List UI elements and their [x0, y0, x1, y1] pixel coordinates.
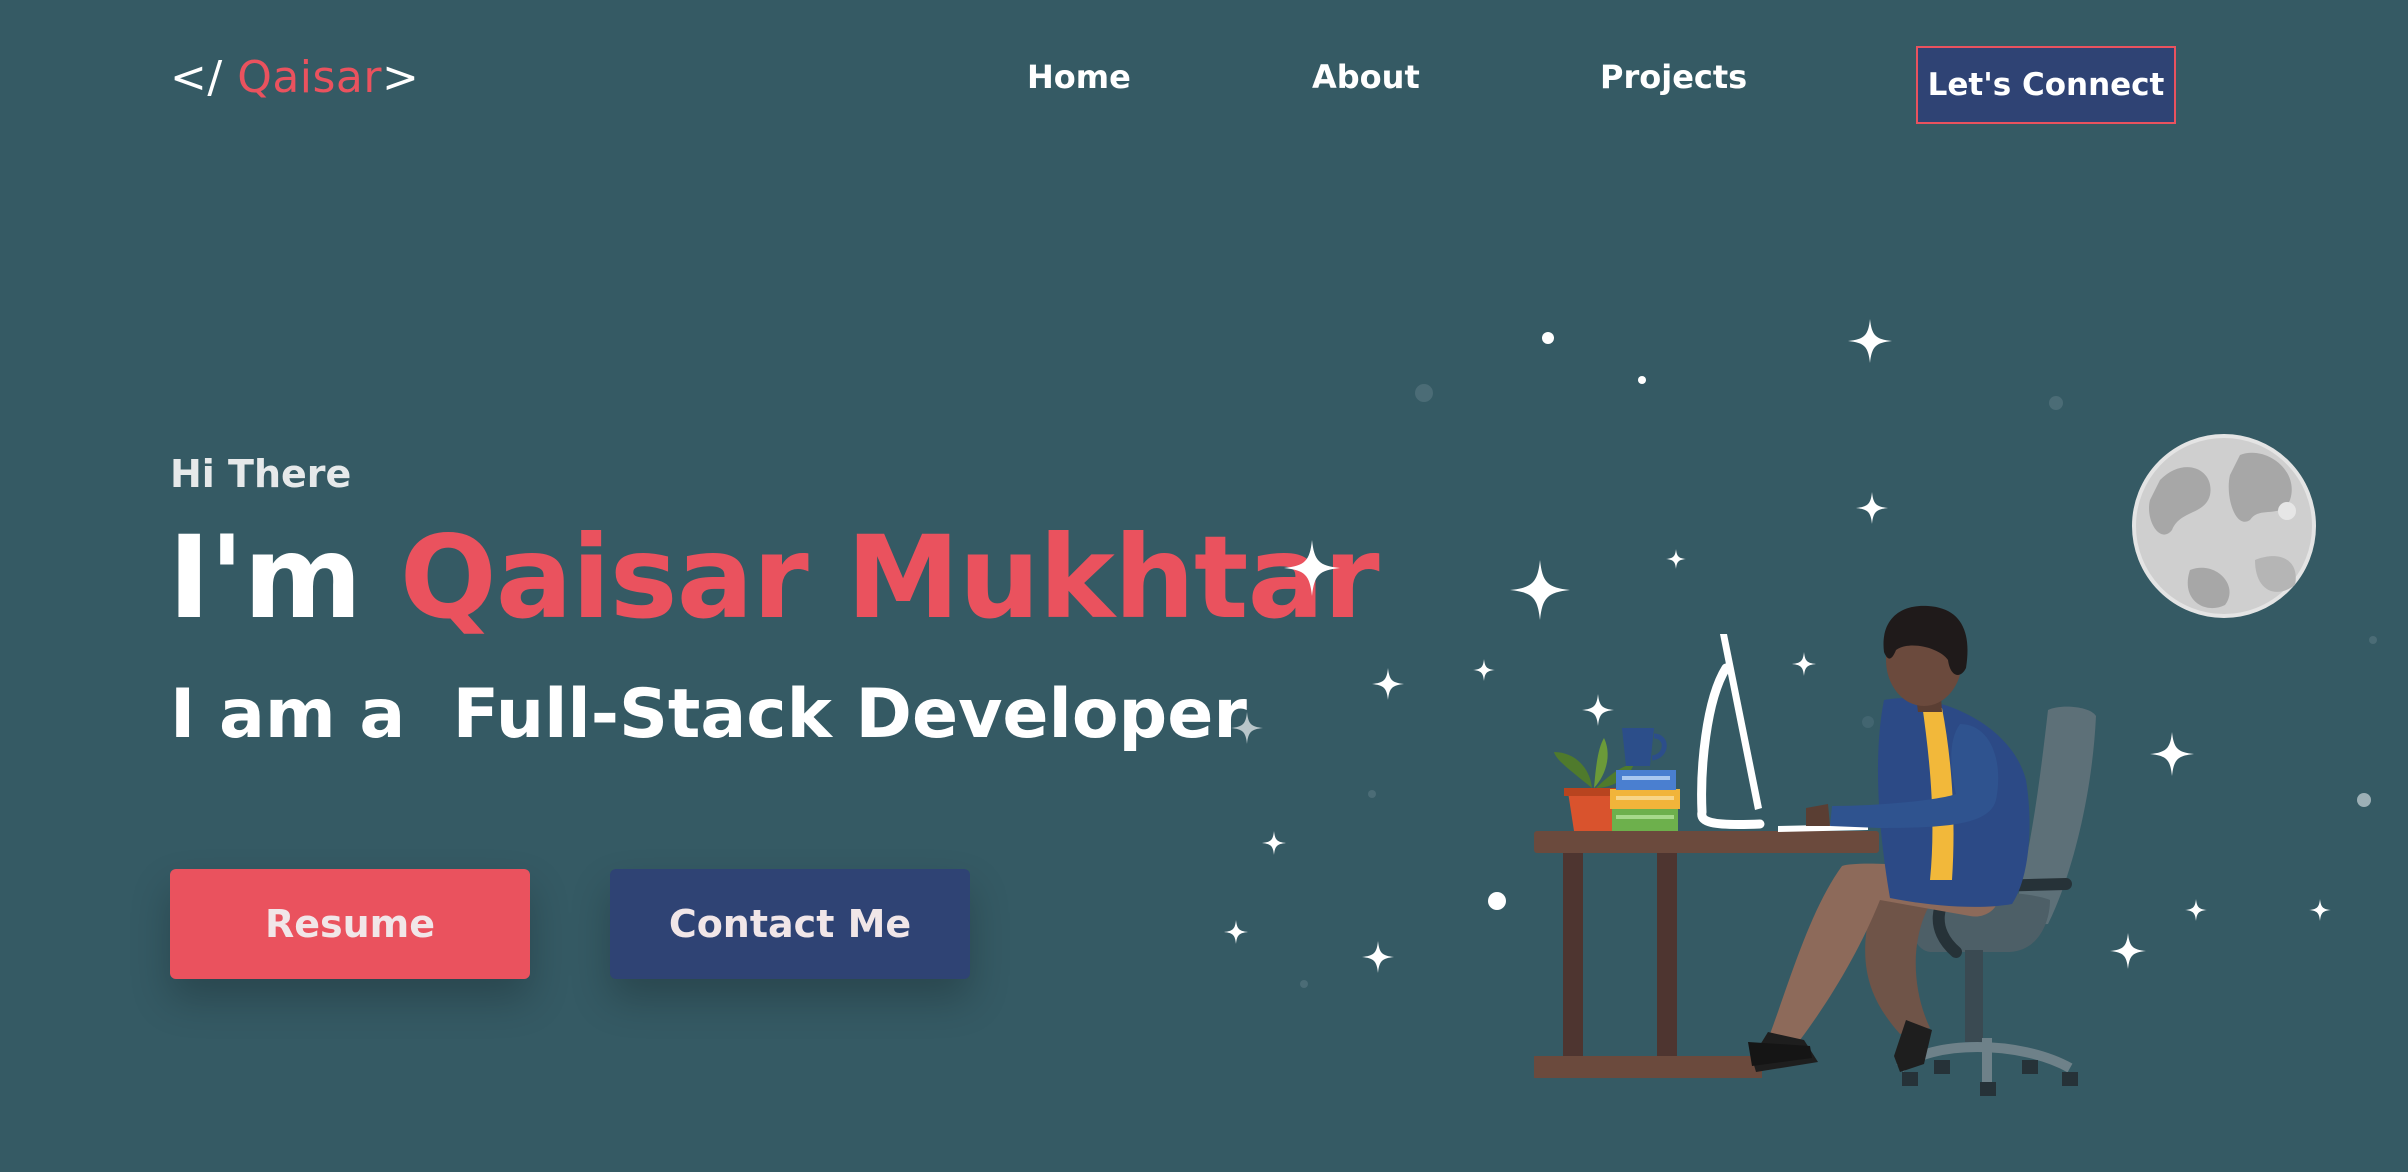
sparkle-star-icon: [1262, 831, 1286, 855]
monitor-icon: [1697, 634, 1868, 832]
sparkle-stars: [1224, 319, 2331, 973]
sparkle-star-icon: [2309, 899, 2331, 921]
logo-prefix: </: [170, 52, 238, 103]
desk-icon: [1534, 831, 1879, 1078]
site-logo[interactable]: </ Qaisar>: [170, 52, 419, 103]
sparkle-star-icon: [1362, 941, 1394, 973]
sparkle-star-icon: [1848, 319, 1892, 363]
sparkle-star-icon: [1856, 492, 1888, 524]
books-icon: [1610, 770, 1680, 831]
lets-connect-label: Let's Connect: [1927, 67, 2165, 103]
nav-home-link[interactable]: Home: [1027, 58, 1131, 96]
hero-greeting: Hi There: [170, 452, 352, 496]
sparkle-star-icon: [2110, 933, 2146, 969]
office-chair-icon: [1896, 706, 2096, 1096]
contact-me-button-label: Contact Me: [668, 902, 912, 946]
lets-connect-button[interactable]: Let's Connect: [1916, 46, 2176, 124]
headline-name: Qaisar Mukhtar: [399, 511, 1380, 644]
portfolio-landing-page: </ Qaisar> Home About Projects Let's Con…: [0, 0, 2408, 1172]
sparkle-star-icon: [1582, 694, 1614, 726]
logo-name: Qaisar: [237, 52, 382, 103]
logo-suffix: >: [381, 52, 420, 103]
headline-prefix: I'm: [168, 511, 400, 644]
sparkle-star-icon: [1666, 549, 1686, 569]
hero-role-subline: I am a Full-Stack Developer: [170, 675, 1247, 754]
resume-button-label: Resume: [264, 902, 436, 946]
mug-icon: [1622, 728, 1667, 766]
moon-icon: [2132, 434, 2316, 618]
sparkle-star-icon: [1473, 659, 1495, 681]
sparkle-star-icon: [2185, 899, 2207, 921]
nav-about-link[interactable]: About: [1312, 58, 1420, 96]
developer-person-icon: [1748, 605, 2030, 1072]
nav-projects-link[interactable]: Projects: [1600, 58, 1747, 96]
sparkle-star-icon: [1510, 560, 1570, 620]
hero-headline: I'm Qaisar Mukhtar: [168, 515, 1380, 640]
sparkle-star-icon: [2150, 732, 2194, 776]
resume-button[interactable]: Resume: [170, 869, 530, 979]
contact-me-button[interactable]: Contact Me: [610, 869, 970, 979]
background-dots: [1300, 332, 2377, 988]
sparkle-star-icon: [1372, 668, 1404, 700]
sparkle-star-icon: [1224, 920, 1248, 944]
sparkle-star-icon: [1792, 652, 1816, 676]
plant-icon: [1554, 738, 1634, 831]
